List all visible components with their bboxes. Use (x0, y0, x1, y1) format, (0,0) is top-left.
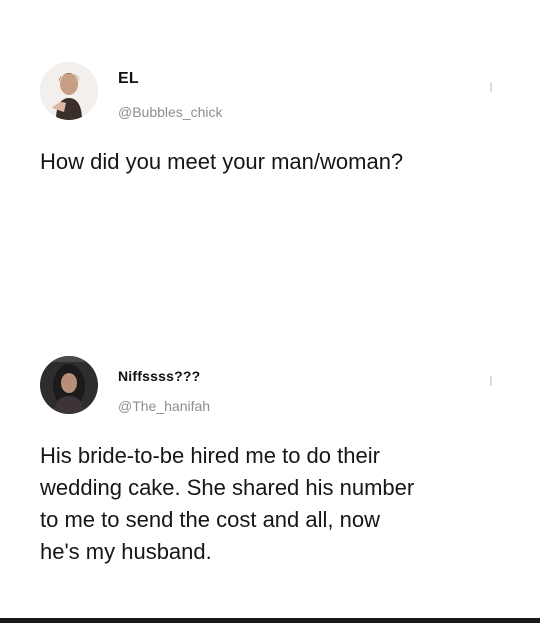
tweet-text: His bride-to-be hired me to do their wed… (40, 443, 415, 564)
user-handle[interactable]: @The_hanifah (118, 398, 210, 414)
display-name[interactable]: Niffssss??? (118, 368, 200, 384)
display-name[interactable]: EL (118, 70, 139, 88)
bottom-border (0, 618, 540, 623)
more-options-icon[interactable] (490, 376, 492, 386)
user-avatar-icon[interactable] (40, 356, 98, 414)
more-options-icon[interactable] (490, 82, 492, 92)
user-avatar-icon[interactable] (40, 62, 98, 120)
user-handle[interactable]: @Bubbles_chick (118, 104, 223, 120)
tweet-text: How did you meet your man/woman? (40, 149, 404, 174)
